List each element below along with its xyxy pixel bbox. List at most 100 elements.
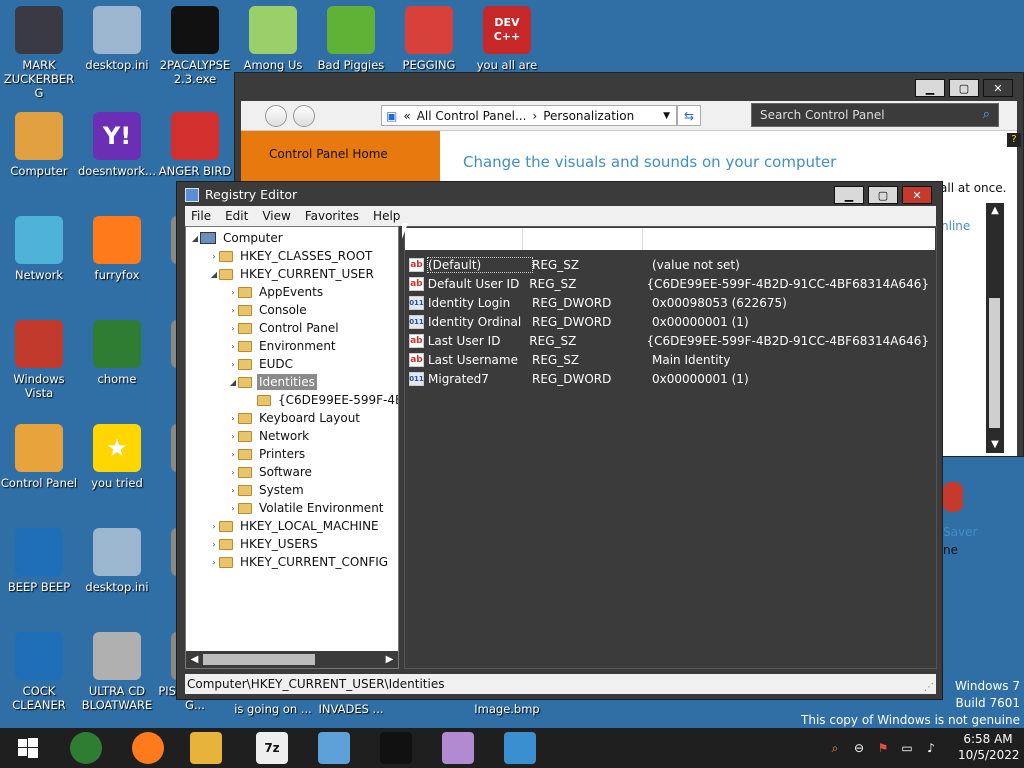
- help-icon[interactable]: ?: [1007, 133, 1021, 147]
- value-name[interactable]: (Default): [427, 256, 533, 273]
- scroll-down-icon[interactable]: ▼: [986, 437, 1004, 453]
- desktop-icon[interactable]: Bad Piggies: [312, 6, 390, 72]
- collapsed-arrow-icon[interactable]: ›: [228, 414, 238, 423]
- search-icon[interactable]: ⌕: [983, 107, 990, 122]
- tree-node-label[interactable]: EUDC: [257, 356, 295, 372]
- address-bar[interactable]: ▣ « All Control Panel... › Personalizati…: [381, 105, 677, 126]
- desktop-icon[interactable]: ULTRA CD BLOATWARE: [78, 632, 156, 712]
- expanded-arrow-icon[interactable]: ◢: [228, 378, 238, 387]
- maximize-button[interactable]: ▢: [868, 186, 898, 204]
- tree-node[interactable]: ◢ Computer: [190, 229, 285, 247]
- collapsed-arrow-icon[interactable]: ›: [228, 486, 238, 495]
- tree-node-label[interactable]: Printers: [257, 446, 307, 462]
- desktop-icon[interactable]: desktop.ini: [78, 6, 156, 72]
- desktop-icon[interactable]: PEGGING: [390, 6, 468, 72]
- collapsed-arrow-icon[interactable]: ›: [209, 558, 219, 567]
- address-sep[interactable]: ›: [532, 109, 537, 123]
- cmd-icon[interactable]: [380, 732, 412, 764]
- scroll-right-icon[interactable]: ▶: [382, 652, 397, 667]
- search-icon[interactable]: ⌕: [826, 739, 844, 757]
- collapsed-arrow-icon[interactable]: ›: [228, 342, 238, 351]
- value-name[interactable]: Migrated7: [428, 372, 532, 386]
- forward-button[interactable]: [293, 105, 315, 127]
- tree-node[interactable]: › Volatile Environment: [228, 499, 386, 517]
- registry-value-row[interactable]: 011 Identity Ordinal REG_DWORD 0x00000001 (…: [409, 312, 929, 331]
- clock[interactable]: 6:58 AM 10/5/2022: [958, 731, 1020, 763]
- tree-node[interactable]: › Software: [228, 463, 314, 481]
- network-tray-icon[interactable]: ▭: [898, 739, 916, 757]
- tree-node[interactable]: › HKEY_USERS: [209, 535, 320, 553]
- desktop-icon[interactable]: Computer: [0, 112, 78, 178]
- tree-node[interactable]: ◢ HKEY_CURRENT_USER: [209, 265, 376, 283]
- desktop-icon[interactable]: chome: [78, 320, 156, 386]
- scroll-thumb[interactable]: [203, 654, 315, 665]
- desktop-icon[interactable]: DEV C++ you all are: [468, 6, 546, 72]
- desktop-icon[interactable]: MARK ZUCKERBERG: [0, 6, 78, 100]
- expanded-arrow-icon[interactable]: ◢: [190, 234, 200, 243]
- scroll-up-icon[interactable]: ▲: [986, 203, 1004, 219]
- tree-node-label[interactable]: HKEY_LOCAL_MACHINE: [238, 518, 381, 534]
- collapsed-arrow-icon[interactable]: ›: [209, 252, 219, 261]
- search-input[interactable]: Search Control Panel ⌕: [751, 103, 999, 127]
- start-button[interactable]: [12, 732, 44, 764]
- refresh-icon[interactable]: ⇆: [677, 105, 701, 126]
- collapsed-arrow-icon[interactable]: ›: [228, 432, 238, 441]
- column-header-data[interactable]: [643, 228, 935, 250]
- collapsed-arrow-icon[interactable]: ›: [209, 522, 219, 531]
- registry-value-row[interactable]: 011 Migrated7 REG_DWORD 0x00000001 (1): [409, 369, 929, 388]
- tree-horizontal-scrollbar[interactable]: ◀ ▶: [186, 651, 398, 668]
- desktop-icon[interactable]: ANGER BIRD: [156, 112, 234, 178]
- registry-value-row[interactable]: ab Default User ID REG_SZ {C6DE99EE-599F-4B…: [409, 274, 929, 293]
- scroll-left-icon[interactable]: ◀: [187, 652, 202, 667]
- tree-node-label[interactable]: Volatile Environment: [257, 500, 386, 516]
- tree-node-label[interactable]: HKEY_CLASSES_ROOT: [238, 248, 374, 264]
- tree-node-label[interactable]: Software: [257, 464, 314, 480]
- tree-node[interactable]: › AppEvents: [228, 283, 325, 301]
- menu-edit[interactable]: Edit: [225, 209, 248, 223]
- tree-node[interactable]: › Printers: [228, 445, 307, 463]
- value-name[interactable]: Default User ID: [428, 277, 530, 291]
- tree-node-label[interactable]: Computer: [221, 230, 285, 246]
- tree-node[interactable]: › System: [228, 481, 306, 499]
- tree-node-label[interactable]: Control Panel: [257, 320, 341, 336]
- tree-node-label[interactable]: Console: [257, 302, 309, 318]
- chevron-down-icon[interactable]: ▼: [663, 111, 670, 121]
- menu-view[interactable]: View: [262, 209, 290, 223]
- action-center-flag-icon[interactable]: ⚑: [874, 739, 892, 757]
- tree-node[interactable]: › HKEY_CURRENT_CONFIG: [209, 553, 390, 571]
- registry-value-row[interactable]: ab Last Username REG_SZ Main Identity: [409, 350, 929, 369]
- registry-value-row[interactable]: 011 Identity Login REG_DWORD 0x00098053 (62…: [409, 293, 929, 312]
- volume-icon[interactable]: ♪: [922, 739, 940, 757]
- value-name[interactable]: Last User ID: [428, 334, 530, 348]
- collapsed-arrow-icon[interactable]: ›: [228, 288, 238, 297]
- desktop-icon[interactable]: furryfox: [78, 216, 156, 282]
- tree-node-label[interactable]: HKEY_USERS: [238, 536, 320, 552]
- minus-circle-icon[interactable]: ⊖: [850, 739, 868, 757]
- 7zip-icon[interactable]: 7z: [256, 732, 288, 764]
- collapsed-arrow-icon[interactable]: ›: [228, 324, 238, 333]
- tree-node[interactable]: › Network: [228, 427, 311, 445]
- collapsed-arrow-icon[interactable]: ›: [228, 468, 238, 477]
- maximize-button[interactable]: ▢: [949, 79, 979, 97]
- tree-node[interactable]: ◢ Identities: [228, 373, 317, 391]
- control-panel-home-link[interactable]: Control Panel Home: [269, 147, 388, 161]
- desktop-icon[interactable]: Y! doesntwork...: [78, 112, 156, 178]
- tree-node-label[interactable]: System: [257, 482, 306, 498]
- online-link[interactable]: nline: [941, 219, 970, 233]
- desktop-icon[interactable]: BEEP BEEP: [0, 528, 78, 594]
- menu-favorites[interactable]: Favorites: [305, 209, 359, 223]
- tree-node-label[interactable]: AppEvents: [257, 284, 325, 300]
- minimize-button[interactable]: ▁: [915, 79, 945, 97]
- column-header-type[interactable]: [523, 228, 643, 250]
- desktop-icon[interactable]: Network: [0, 216, 78, 282]
- tree-node[interactable]: › HKEY_CLASSES_ROOT: [209, 247, 374, 265]
- screen-saver-label[interactable]: Saver: [943, 525, 1013, 539]
- desktop-icon[interactable]: 2PACALYPSE 2.3.exe: [156, 6, 234, 86]
- registry-value-row[interactable]: ab (Default) REG_SZ (value not set): [409, 255, 929, 274]
- tree-node-label[interactable]: HKEY_CURRENT_CONFIG: [238, 554, 390, 570]
- screen-saver-item[interactable]: Saver ne: [943, 480, 1013, 560]
- address-root[interactable]: All Control Panel...: [417, 109, 527, 123]
- firefox-icon[interactable]: [132, 732, 164, 764]
- control-panel-titlebar[interactable]: ▁ ▢ ✕: [235, 73, 1023, 101]
- tree-node[interactable]: › Keyboard Layout: [228, 409, 362, 427]
